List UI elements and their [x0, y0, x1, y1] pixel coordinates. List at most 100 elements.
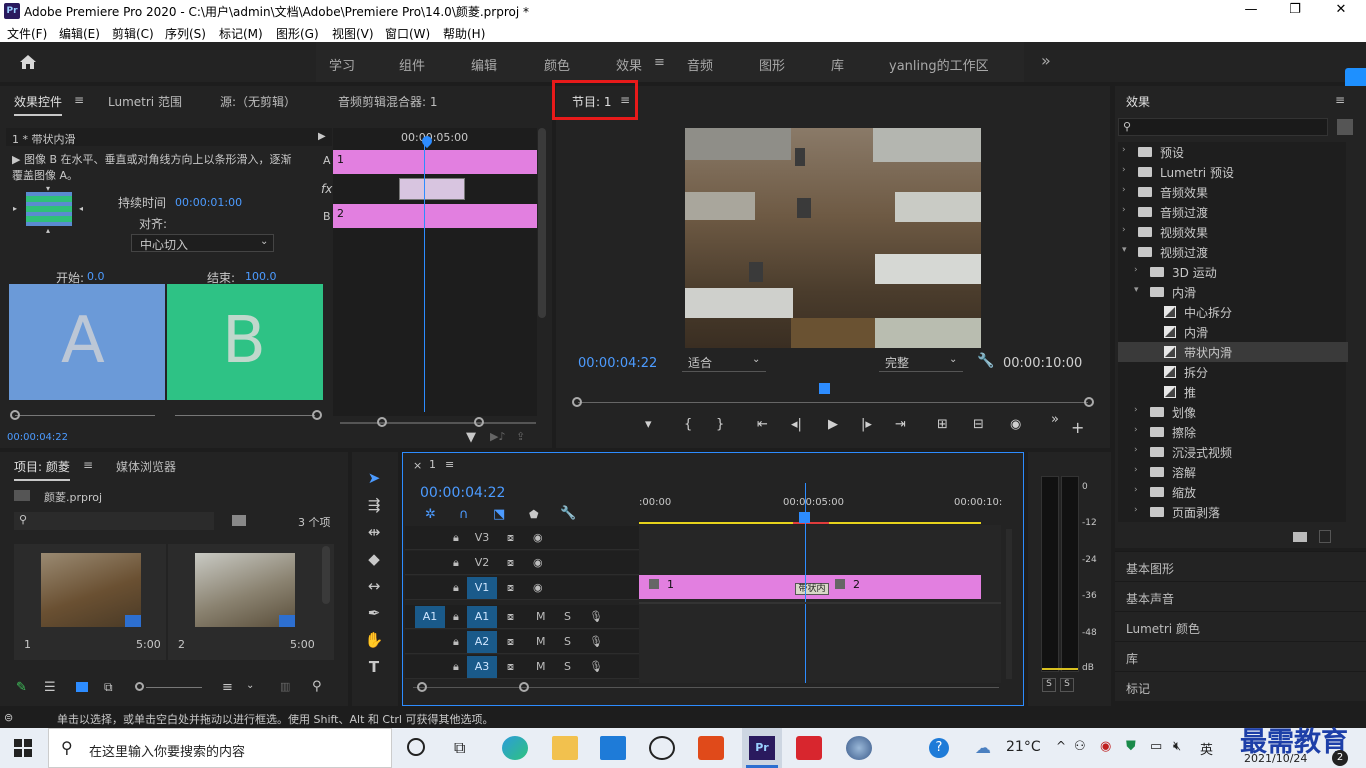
timeline-timecode[interactable]: 00:00:04:22	[420, 485, 505, 501]
restore-button[interactable]: ❐	[1280, 2, 1310, 20]
sync-lock-icon[interactable]: ⧇	[507, 635, 514, 649]
workspace-assembly[interactable]: 组件	[399, 55, 425, 74]
go-to-out-icon[interactable]: ⇥	[895, 417, 906, 432]
sync-lock-icon[interactable]: ⧇	[507, 660, 514, 674]
solo-right-button[interactable]: S	[1060, 678, 1074, 692]
menu-edit[interactable]: 编辑(E)	[59, 25, 100, 42]
wrench-icon[interactable]: 🔧	[977, 353, 994, 369]
tab-lumetri-scopes[interactable]: Lumetri 范围	[108, 93, 182, 110]
office-icon[interactable]	[698, 736, 724, 760]
lock-icon[interactable]: 🔒︎	[453, 660, 459, 674]
duration-value[interactable]: 00:00:01:00	[175, 196, 242, 209]
lock-icon[interactable]: 🔒︎	[453, 581, 459, 595]
razor-tool-icon[interactable]: ◆	[362, 550, 386, 572]
notification-badge[interactable]: 2	[1332, 750, 1348, 766]
track-select-tool-icon[interactable]: ⇶	[362, 496, 386, 518]
scrubber-right-handle[interactable]	[1084, 397, 1094, 407]
effects-tree-item[interactable]: 中心拆分	[1118, 302, 1348, 322]
button-editor-icon[interactable]: +	[1071, 418, 1084, 437]
chevron-right-icon[interactable]: ›	[1134, 405, 1138, 415]
file-explorer-icon[interactable]	[552, 736, 578, 760]
eye-icon[interactable]: ◉	[533, 556, 543, 569]
track-header-a1[interactable]: A1 🔒︎ A1 ⧇ M S 🎙︎	[405, 605, 639, 629]
align-dropdown[interactable]: 中心切入 ⌄	[131, 234, 274, 252]
go-to-in-icon[interactable]: ⇤	[757, 417, 768, 432]
track-label[interactable]: A2	[467, 631, 497, 653]
language-indicator[interactable]: 英	[1200, 739, 1213, 758]
pen-tool-icon[interactable]: ✒	[362, 604, 386, 626]
chevron-down-icon[interactable]: ⌄	[246, 680, 254, 691]
track-label[interactable]: A3	[467, 656, 497, 678]
search-icon[interactable]: ⚲	[312, 679, 322, 694]
zoom-slider[interactable]	[146, 687, 202, 688]
add-marker-icon[interactable]: ⬔	[493, 507, 505, 522]
workspace-audio[interactable]: 音频	[687, 55, 713, 74]
mark-in-icon[interactable]: {	[684, 417, 692, 432]
weather-icon[interactable]: ☁	[975, 738, 991, 757]
h-scroll-left-handle[interactable]	[417, 682, 427, 692]
source-patch-label[interactable]: A1	[415, 606, 445, 628]
effect-controls-scrollbar[interactable]	[538, 128, 546, 318]
timeline-tracks-area[interactable]	[639, 525, 1001, 683]
program-current-timecode[interactable]: 00:00:04:22	[578, 356, 657, 371]
effects-search-input[interactable]: ⚲	[1118, 118, 1328, 136]
app-icon[interactable]	[649, 736, 675, 760]
effects-panel-menu-icon[interactable]: ≡	[1335, 93, 1345, 107]
mute-button[interactable]: M	[536, 660, 546, 673]
freeform-view-icon[interactable]: ⧉	[104, 680, 113, 695]
mail-icon[interactable]	[600, 736, 626, 760]
tab-source[interactable]: 源:（无剪辑）	[220, 93, 296, 110]
cortana-icon[interactable]	[407, 738, 425, 756]
timeline-ruler[interactable]: :00:00 00:00:05:00 00:00:10:	[639, 477, 1002, 525]
timeline-settings-icon[interactable]: 🔧	[560, 506, 576, 521]
effects-tree-item[interactable]: 推	[1118, 382, 1348, 402]
start-value[interactable]: 0.0	[87, 270, 105, 283]
tray-icon-1[interactable]: ⚇	[1074, 739, 1086, 754]
step-forward-icon[interactable]: |▸	[861, 417, 872, 432]
workspace-editing[interactable]: 编辑	[471, 55, 497, 74]
tab-effect-controls[interactable]: 效果控件	[14, 93, 63, 116]
workspace-color[interactable]: 颜色	[544, 55, 570, 74]
menu-marker[interactable]: 标记(M)	[219, 25, 263, 42]
mark-out-icon[interactable]: }	[716, 417, 724, 432]
mini-clip-b[interactable]	[333, 204, 537, 228]
track-header-a3[interactable]: 🔒︎ A3 ⧇ M S 🎙︎	[405, 655, 639, 679]
effects-tree-item[interactable]: › 音频过渡	[1118, 202, 1348, 222]
effects-tree-item[interactable]: › 溶解	[1118, 462, 1348, 482]
microphone-icon[interactable]: 🎙︎	[589, 660, 603, 673]
lift-icon[interactable]: ⊞	[937, 417, 948, 432]
workspace-custom[interactable]: yanling的工作区	[889, 55, 989, 74]
program-playhead[interactable]	[819, 383, 830, 394]
chevron-right-icon[interactable]: ›	[1122, 145, 1126, 155]
chevron-down-icon[interactable]: ▾	[1122, 245, 1127, 255]
volume-mute-icon[interactable]: 🔇︎	[1173, 739, 1181, 754]
taskbar-search-box[interactable]: ⚲ 在这里输入你要搜索的内容	[48, 728, 392, 768]
project-item[interactable]: 2 5:00	[168, 544, 334, 660]
export-frame-icon[interactable]: ◉	[1010, 417, 1021, 432]
quality-dropdown[interactable]: 完整 ⌄	[879, 354, 963, 372]
effects-tree-item[interactable]: ▾ 视频过渡	[1118, 242, 1348, 262]
marker-icon[interactable]: ⬟	[529, 508, 539, 521]
timeline-transition[interactable]: 带状内	[795, 583, 829, 595]
solo-button[interactable]: S	[564, 610, 571, 623]
effects-tree-item[interactable]: › 划像	[1118, 402, 1348, 422]
chevron-right-icon[interactable]: ›	[1134, 265, 1138, 275]
workspace-effects-menu-icon[interactable]: ≡	[654, 55, 665, 70]
chevron-right-icon[interactable]: ›	[1134, 505, 1138, 515]
close-sequence-icon[interactable]: ×	[413, 459, 422, 472]
sync-lock-icon[interactable]: ⧇	[507, 581, 514, 595]
sync-lock-icon[interactable]: ⧇	[507, 556, 514, 570]
eye-icon[interactable]: ◉	[533, 581, 543, 594]
globe-app-icon[interactable]	[846, 736, 872, 760]
tab-audio-clip-mixer[interactable]: 音频剪辑混合器: 1	[338, 93, 438, 110]
track-label[interactable]: V2	[467, 552, 497, 574]
ripple-edit-tool-icon[interactable]: ⇹	[362, 523, 386, 545]
menu-help[interactable]: 帮助(H)	[443, 25, 485, 42]
home-icon[interactable]	[19, 54, 37, 70]
direction-east-icon[interactable]: ◂	[79, 204, 83, 213]
effects-tree-item[interactable]: › Lumetri 预设	[1118, 162, 1348, 182]
effects-tree-item[interactable]: 拆分	[1118, 362, 1348, 382]
delete-icon[interactable]	[1319, 530, 1331, 543]
zoom-slider-handle[interactable]	[135, 682, 144, 691]
play-icon[interactable]: ▶	[828, 417, 838, 432]
